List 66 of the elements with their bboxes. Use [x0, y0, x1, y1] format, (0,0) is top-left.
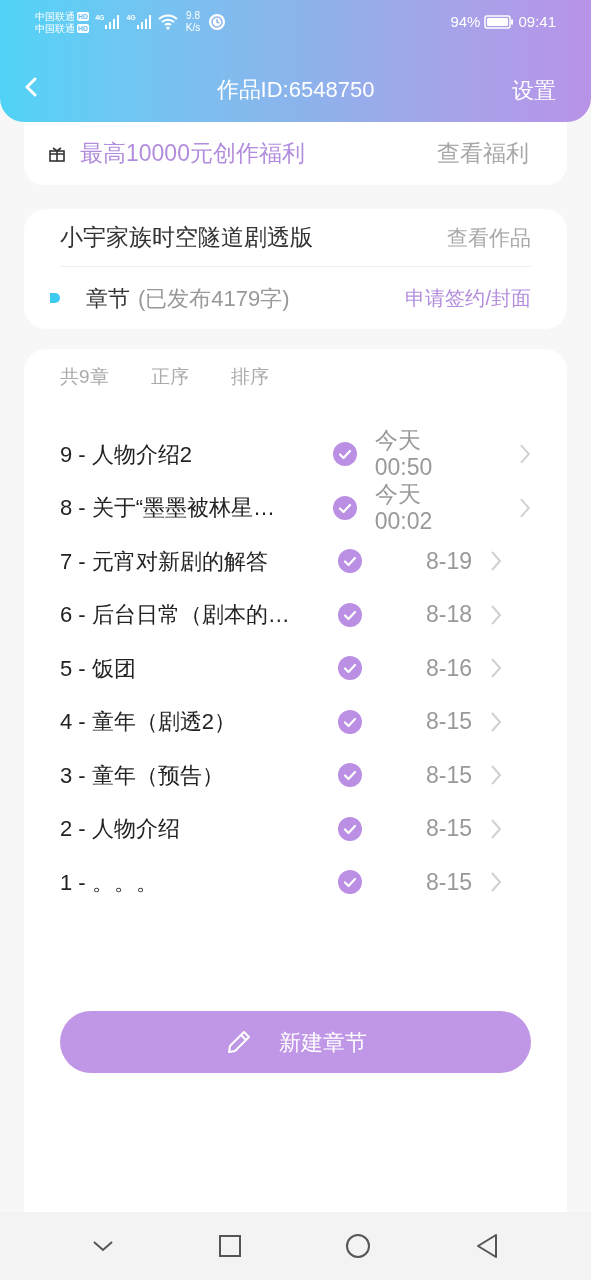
- chapter-title: 7 - 元宵对新剧的解答: [60, 547, 269, 576]
- chapter-row[interactable]: 5 - 饭团 8-16: [60, 641, 531, 695]
- chapter-date: 8-15: [425, 708, 472, 736]
- chapter-title: 1 - 。。。: [60, 868, 159, 897]
- wifi-icon: [157, 14, 178, 30]
- signal-icon: [104, 14, 121, 30]
- chapter-row[interactable]: 3 - 童年（预告） 8-15: [60, 748, 531, 802]
- section-label: 章节: [86, 284, 130, 313]
- chapter-row[interactable]: 2 - 人物介绍 8-15: [60, 802, 531, 856]
- chapter-date: 8-15: [425, 868, 472, 896]
- chapter-row[interactable]: 4 - 童年（剧透2） 8-15: [60, 695, 531, 749]
- chevron-right-icon: [490, 817, 502, 840]
- chapter-title: 5 - 饭团: [60, 654, 137, 683]
- back-nav-button[interactable]: [91, 1239, 114, 1253]
- chevron-down-icon: [91, 1239, 114, 1253]
- chevron-right-icon: [490, 657, 502, 680]
- chapter-title: 8 - 关于“墨墨被林星…: [60, 494, 277, 523]
- carrier-label: 中国联通: [35, 22, 75, 34]
- word-count: (已发布4179字): [138, 284, 290, 313]
- chapter-row[interactable]: 6 - 后台日常（剧本的… 8-18: [60, 588, 531, 642]
- section-marker: [50, 293, 60, 303]
- chapter-date: 今天: [374, 480, 422, 508]
- chapter-date: 8-16: [425, 654, 472, 682]
- chevron-right-icon: [490, 550, 502, 573]
- square-icon: [217, 1234, 242, 1258]
- carrier-label: 中国联通: [35, 10, 75, 22]
- chapter-date: 今天: [374, 427, 422, 455]
- gift-icon: [48, 144, 66, 163]
- timer-icon: [208, 13, 227, 31]
- chapter-title: 6 - 后台日常（剧本的…: [60, 601, 291, 630]
- chevron-right-icon: [490, 603, 502, 626]
- chapter-date: 8-19: [425, 547, 472, 575]
- chevron-right-icon: [519, 496, 531, 519]
- chapter-title: 2 - 人物介绍: [60, 815, 181, 844]
- promo-text: 最高10000元创作福利: [80, 139, 305, 169]
- chapter-date: 8-18: [425, 601, 472, 629]
- chapter-row[interactable]: 8 - 关于“墨墨被林星… 今天 00:02: [60, 481, 531, 535]
- chapter-date: 00:02: [374, 507, 434, 535]
- speed-value: 9.8: [186, 10, 200, 22]
- chapter-row[interactable]: 9 - 人物介绍2 今天 00:50: [60, 427, 531, 481]
- chapter-title: 9 - 人物介绍2: [60, 440, 194, 469]
- chapter-title: 4 - 童年（剧透2）: [60, 708, 238, 737]
- speed-unit: K/s: [185, 22, 201, 34]
- triangle-icon: [475, 1233, 500, 1259]
- chevron-right-icon: [490, 871, 502, 894]
- chapter-count: 共9章: [60, 365, 109, 389]
- chapter-row[interactable]: 1 - 。。。 8-15: [60, 855, 531, 909]
- back-icon: [25, 77, 37, 97]
- clock-time: 09:41: [518, 11, 556, 32]
- chapter-date: 8-15: [425, 815, 472, 843]
- recents-button[interactable]: [217, 1234, 242, 1258]
- page-title: 作品ID:6548750: [216, 75, 375, 104]
- battery-icon: [484, 15, 515, 29]
- battery-percent: 94%: [450, 11, 481, 32]
- chapter-row[interactable]: 7 - 元宵对新剧的解答 8-19: [60, 534, 531, 588]
- chevron-right-icon: [490, 764, 502, 787]
- chapter-date: 8-15: [425, 761, 472, 789]
- chapter-title: 3 - 童年（预告）: [60, 761, 225, 790]
- back-triangle-button[interactable]: [475, 1233, 500, 1259]
- home-button[interactable]: [345, 1233, 372, 1259]
- chevron-right-icon: [490, 710, 502, 733]
- chapter-date: 00:50: [374, 454, 434, 482]
- chevron-right-icon: [519, 443, 531, 466]
- circle-icon: [345, 1233, 372, 1259]
- signal-icon: [135, 14, 152, 30]
- work-title: 小宇家族时空隧道剧透版: [60, 223, 313, 253]
